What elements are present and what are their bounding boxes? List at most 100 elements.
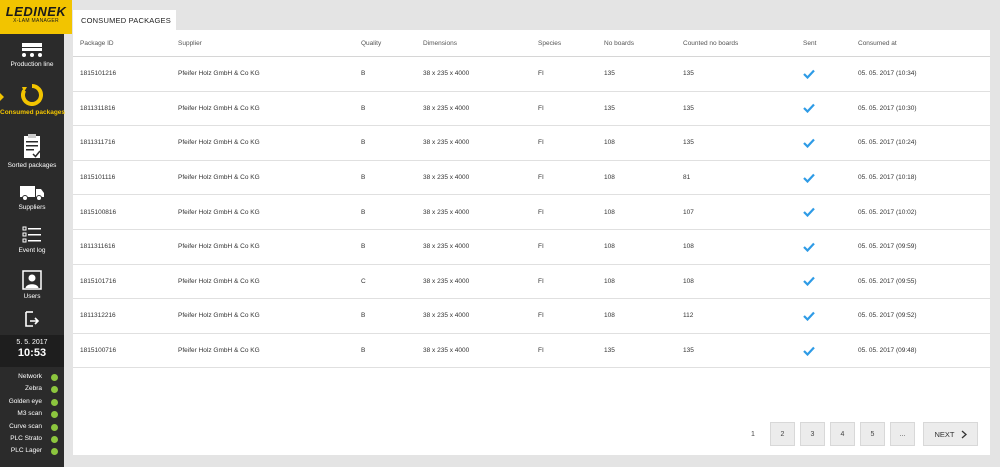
cell-quality: C <box>361 277 366 285</box>
table-row[interactable]: 1811311816 Pfeifer Holz GmbH & Co KG B 38 x… <box>73 92 990 127</box>
cell-no-boards: 135 <box>604 70 615 78</box>
cell-dimensions: 38 x 235 x 4000 <box>423 70 470 78</box>
column-header[interactable]: Consumed at <box>858 30 897 56</box>
table-row[interactable]: 1815100716 Pfeifer Holz GmbH & Co KG B 38 x… <box>73 334 990 369</box>
cell-quality: B <box>361 312 366 320</box>
cell-no-boards: 108 <box>604 139 615 147</box>
cell-no-boards: 108 <box>604 312 615 320</box>
cell-species: FI <box>538 174 544 182</box>
cell-dimensions: 38 x 235 x 4000 <box>423 347 470 355</box>
page-button-5[interactable]: 5 <box>860 422 885 446</box>
cell-supplier: Pfeifer Holz GmbH & Co KG <box>178 208 260 216</box>
table-row[interactable]: 1815101716 Pfeifer Holz GmbH & Co KG C 38 x… <box>73 265 990 300</box>
table-row[interactable]: 1811311616 Pfeifer Holz GmbH & Co KG B 38 x… <box>73 230 990 265</box>
checkmark-icon <box>803 346 815 356</box>
cell-consumed-at: 05. 05. 2017 (09:52) <box>858 312 917 320</box>
cell-dimensions: 38 x 235 x 4000 <box>423 277 470 285</box>
sidebar-item-label: Event log <box>18 247 46 254</box>
tab-consumed-packages[interactable]: CONSUMED PACKAGES <box>73 10 176 31</box>
cell-package-id: 1815101116 <box>80 174 116 182</box>
column-header[interactable]: Dimensions <box>423 30 457 56</box>
table-row[interactable]: 1811311716 Pfeifer Holz GmbH & Co KG B 38 x… <box>73 126 990 161</box>
column-header[interactable]: Supplier <box>178 30 202 56</box>
cell-quality: B <box>361 70 366 78</box>
user-icon <box>22 270 42 290</box>
page-button-ellipsis[interactable]: ... <box>890 422 915 446</box>
table-row[interactable]: 1811312216 Pfeifer Holz GmbH & Co KG B 38 x… <box>73 299 990 334</box>
column-header[interactable]: Sent <box>803 30 816 56</box>
page-current: 1 <box>751 430 755 438</box>
cell-quality: B <box>361 208 366 216</box>
sidebar-item-suppliers[interactable]: Suppliers <box>0 185 64 211</box>
consumed-packages-icon <box>21 84 43 106</box>
table-row[interactable]: 1815100816 Pfeifer Holz GmbH & Co KG B 38 x… <box>73 195 990 230</box>
cell-species: FI <box>538 277 544 285</box>
cell-package-id: 1811312216 <box>80 312 116 320</box>
checkmark-icon <box>803 69 815 79</box>
sidebar: LEDINEK X-LAM MANAGER Production line Co… <box>0 0 72 467</box>
cell-species: FI <box>538 347 544 355</box>
clipboard-icon <box>24 134 41 158</box>
sidebar-item-users[interactable]: Users <box>0 270 64 300</box>
cell-no-boards: 135 <box>604 347 615 355</box>
cell-dimensions: 38 x 235 x 4000 <box>423 104 470 112</box>
sidebar-item-label: Consumed packages <box>0 109 66 116</box>
cell-supplier: Pfeifer Holz GmbH & Co KG <box>178 277 260 285</box>
table-row[interactable]: 1815101116 Pfeifer Holz GmbH & Co KG B 38 x… <box>73 161 990 196</box>
cell-species: FI <box>538 139 544 147</box>
column-header[interactable]: Species <box>538 30 561 56</box>
sent-cell <box>803 161 815 195</box>
status-plc-strato: PLC Strato <box>0 434 64 446</box>
cell-package-id: 1815100816 <box>80 208 117 216</box>
chevron-right-icon <box>961 430 967 438</box>
cell-supplier: Pfeifer Holz GmbH & Co KG <box>178 104 260 112</box>
truck-icon <box>20 186 44 201</box>
sidebar-item-consumed-packages[interactable]: Consumed packages <box>0 84 66 116</box>
sent-cell <box>803 57 815 91</box>
sent-cell <box>803 92 815 126</box>
cell-consumed-at: 05. 05. 2017 (10:30) <box>858 104 917 112</box>
sent-cell <box>803 334 815 368</box>
next-page-button[interactable]: NEXT <box>923 422 978 446</box>
cell-no-boards: 108 <box>604 208 615 216</box>
next-label: NEXT <box>934 429 955 439</box>
sent-cell <box>803 265 815 299</box>
page-button-2[interactable]: 2 <box>770 422 795 446</box>
status-dot <box>51 411 58 419</box>
sidebar-item-event-log[interactable]: Event log <box>0 226 64 254</box>
cell-counted-no-boards: 107 <box>683 208 694 216</box>
checkmark-icon <box>803 207 815 218</box>
column-header[interactable]: Quality <box>361 30 381 56</box>
page-button-4[interactable]: 4 <box>830 422 855 446</box>
status-dot <box>51 435 58 443</box>
table-row[interactable]: 1815101216 Pfeifer Holz GmbH & Co KG B 38 x… <box>73 57 990 92</box>
sent-cell <box>803 195 815 229</box>
page-button-3[interactable]: 3 <box>800 422 825 446</box>
logo-text: LEDINEK <box>5 4 67 19</box>
list-icon <box>22 226 41 243</box>
cell-quality: B <box>361 347 366 355</box>
sidebar-item-label: Users <box>23 293 41 300</box>
logo[interactable]: LEDINEK X-LAM MANAGER <box>0 0 72 34</box>
sent-cell <box>803 299 815 333</box>
status-m3-scan: M3 scan <box>0 409 64 421</box>
main-panel: Package ID Supplier Quality Dimensions S… <box>73 30 990 455</box>
cell-supplier: Pfeifer Holz GmbH & Co KG <box>178 70 260 78</box>
column-header[interactable]: No boards <box>604 30 634 56</box>
cell-dimensions: 38 x 235 x 4000 <box>423 208 470 216</box>
checkmark-icon <box>803 173 815 183</box>
status-zebra: Zebra <box>0 384 64 396</box>
packages-table: Package ID Supplier Quality Dimensions S… <box>73 30 990 369</box>
cell-quality: B <box>361 139 366 147</box>
checkmark-icon <box>803 242 815 252</box>
status-golden-eye: Golden eye <box>0 397 64 409</box>
cell-counted-no-boards: 108 <box>683 277 694 285</box>
logout-button[interactable] <box>0 310 64 328</box>
checkmark-icon <box>803 311 815 321</box>
column-header[interactable]: Counted no boards <box>683 30 738 56</box>
sidebar-item-production-line[interactable]: Production line <box>0 42 64 68</box>
cell-quality: B <box>361 104 366 112</box>
sidebar-item-sorted-packages[interactable]: Sorted packages <box>0 133 64 169</box>
column-header[interactable]: Package ID <box>80 30 114 56</box>
status-network: Network <box>0 372 64 384</box>
